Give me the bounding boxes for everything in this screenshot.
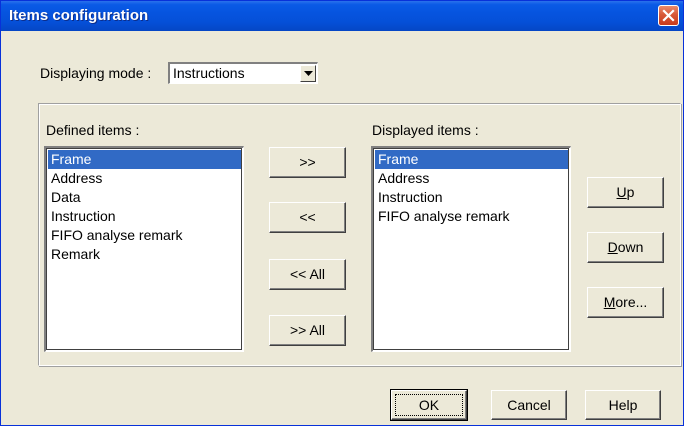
add-item-button[interactable]: >> xyxy=(269,147,346,178)
defined-item-data[interactable]: Data xyxy=(48,188,241,207)
add-all-label: >> All xyxy=(289,322,326,338)
window-title: Items configuration xyxy=(9,7,149,24)
ok-button[interactable]: OK xyxy=(390,389,468,421)
defined-item-frame[interactable]: Frame xyxy=(48,150,241,169)
move-up-mnemonic: U xyxy=(616,184,627,200)
cancel-button[interactable]: Cancel xyxy=(491,390,567,420)
more-rest: ore... xyxy=(615,294,648,310)
remove-all-button[interactable]: << All xyxy=(269,259,346,290)
ok-focus-rect xyxy=(395,394,463,416)
defined-items-label: Defined items : xyxy=(46,122,140,138)
displayed-item-address[interactable]: Address xyxy=(375,169,568,188)
defined-items-list[interactable]: Frame Address Data Instruction FIFO anal… xyxy=(44,146,244,352)
move-down-rest: own xyxy=(617,239,644,255)
help-label: Help xyxy=(608,397,638,413)
displaying-mode-value: Instructions xyxy=(173,65,245,81)
items-configuration-dialog: Items configuration Displaying mode : In… xyxy=(0,0,684,426)
displaying-mode-select[interactable]: Instructions xyxy=(168,62,318,84)
move-down-mnemonic: D xyxy=(607,239,618,255)
move-up-rest: p xyxy=(626,184,635,200)
displayed-item-instruction[interactable]: Instruction xyxy=(375,188,568,207)
more-label: More... xyxy=(588,288,663,317)
combo-dropdown-button[interactable] xyxy=(300,65,316,82)
title-bar[interactable]: Items configuration xyxy=(1,1,683,31)
defined-item-address[interactable]: Address xyxy=(48,169,241,188)
more-button[interactable]: More... xyxy=(587,287,664,318)
move-down-label: Down xyxy=(588,233,663,262)
move-up-label: Up xyxy=(588,178,663,207)
displayed-item-fifo-remark[interactable]: FIFO analyse remark xyxy=(375,207,568,226)
cancel-label: Cancel xyxy=(507,397,551,413)
defined-item-instruction[interactable]: Instruction xyxy=(48,207,241,226)
remove-item-button[interactable]: << xyxy=(269,202,346,233)
displaying-mode-label: Displaying mode : xyxy=(40,65,152,81)
add-item-label: >> xyxy=(299,154,316,170)
more-mnemonic: M xyxy=(603,294,616,310)
help-button[interactable]: Help xyxy=(585,390,661,420)
displayed-items-label: Displayed items : xyxy=(372,122,479,138)
displayed-item-frame[interactable]: Frame xyxy=(375,150,568,169)
defined-item-fifo-remark[interactable]: FIFO analyse remark xyxy=(48,226,241,245)
displayed-items-list[interactable]: Frame Address Instruction FIFO analyse r… xyxy=(371,146,571,352)
close-button[interactable] xyxy=(658,5,679,26)
move-down-button[interactable]: Down xyxy=(587,232,664,263)
add-all-button[interactable]: >> All xyxy=(269,315,346,346)
defined-item-remark[interactable]: Remark xyxy=(48,245,241,264)
remove-all-label: << All xyxy=(289,266,326,282)
remove-item-label: << xyxy=(299,209,316,225)
move-up-button[interactable]: Up xyxy=(587,177,664,208)
